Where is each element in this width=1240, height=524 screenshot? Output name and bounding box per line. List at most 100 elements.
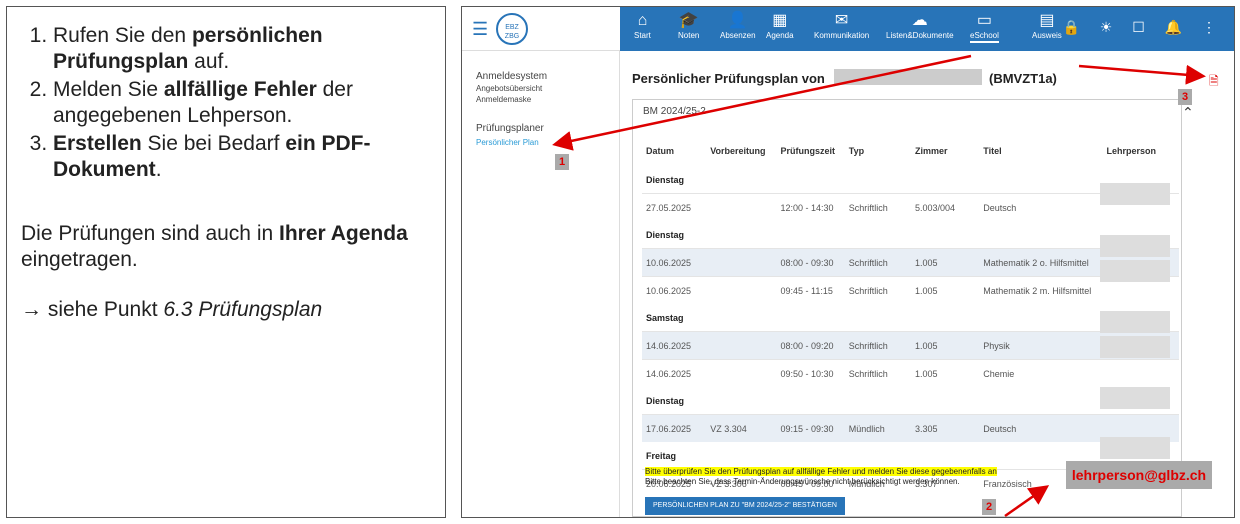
notice-text: Bitte überprüfen Sie den Prüfungsplan au… (645, 467, 997, 486)
sidebar-item-pruefungsplaner[interactable]: Prüfungsplaner (476, 123, 544, 134)
exam-table: Datum Vorbereitung Prüfungszeit Typ Zimmer Ti… (642, 136, 1179, 497)
class-code: (BMVZT1a) (989, 71, 1057, 86)
column-header[interactable]: Datum (642, 136, 706, 166)
sidebar-item-anmeldemaske[interactable]: Anmeldemaske (476, 95, 531, 104)
nav-label: Noten (678, 31, 700, 40)
nav-label: Start (634, 31, 651, 40)
table-cell: 1.005 (910, 331, 980, 360)
annotation-badge-2: 2 (982, 499, 996, 515)
redacted-teacher (1100, 235, 1170, 257)
table-cell (706, 359, 777, 387)
table-cell: 1.005 (910, 248, 980, 277)
teacher-email: lehrperson@glbz.ch (1066, 461, 1212, 489)
table-cell: Schriftlich (844, 248, 911, 277)
nav-start[interactable]: ⌂ Start (634, 11, 651, 40)
steps-list: Rufen Sie den persönlichen Prüfungsplan … (21, 23, 431, 183)
table-row[interactable]: 10.06.2025 08:00 - 09:30 Schriftlich 1.005 M… (642, 248, 1179, 277)
id-card-icon: ▤ (1039, 12, 1055, 29)
table-cell: Schriftlich (844, 276, 911, 304)
table-cell: 27.05.2025 (642, 193, 707, 221)
table-cell: Deutsch (979, 414, 1103, 442)
column-header[interactable]: Lehrperson (1103, 136, 1179, 166)
table-cell: 12:00 - 14:30 (776, 193, 845, 221)
redacted-name (834, 69, 982, 85)
nav-noten[interactable]: 🎓 Noten (678, 11, 699, 40)
table-cell: 10.06.2025 (642, 276, 707, 304)
header-tools[interactable]: 🔒 ☀ ☐ 🔔 ⋮ (1062, 19, 1224, 36)
column-header[interactable]: Zimmer (911, 136, 979, 166)
school-logo[interactable]: EBZ ZBG (496, 13, 528, 45)
nav-label: Agenda (766, 31, 794, 40)
redacted-teacher (1100, 311, 1170, 333)
table-cell: VZ 3.304 (706, 414, 777, 442)
nav-label: Absenzen (720, 31, 756, 40)
table-cell: 3.305 (910, 414, 980, 442)
table-cell: Chemie (979, 359, 1103, 387)
day-group-header: Dienstag (642, 387, 1179, 415)
day-group-header: Samstag (642, 304, 1179, 332)
table-cell: 5.003/004 (910, 193, 980, 221)
column-header[interactable]: Prüfungszeit (776, 136, 844, 166)
table-cell: 09:50 - 10:30 (776, 359, 845, 387)
annotation-badge-1: 1 (555, 154, 569, 170)
page-title: Persönlicher Prüfungsplan von (632, 71, 825, 86)
table-cell: Physik (979, 331, 1103, 360)
table-cell: 1.005 (910, 276, 980, 304)
nav-listendokumente[interactable]: ☁ Listen&Dokumente (886, 11, 954, 40)
chevron-up-icon[interactable]: ⌄ (1182, 103, 1194, 120)
table-cell: 14.06.2025 (642, 359, 707, 387)
app-screenshot: ☰ EBZ ZBG ⌂ Start 🎓 Noten 👤 Absenzen ▦ Agenda ✉ K… (461, 6, 1235, 518)
cloud-icon: ☁ (911, 12, 928, 29)
table-cell: Mathematik 2 o. Hilfsmittel (979, 248, 1103, 277)
nav-agenda[interactable]: ▦ Agenda (766, 11, 794, 40)
table-cell: 09:15 - 09:30 (776, 414, 845, 442)
table-row[interactable]: 17.06.2025 VZ 3.304 09:15 - 09:30 Mündlich 3… (642, 414, 1179, 442)
user-edit-icon: 👤 (727, 12, 748, 29)
nav-label: eSchool (970, 31, 999, 40)
nav-label: Listen&Dokumente (886, 31, 954, 40)
table-row[interactable]: 10.06.2025 09:45 - 11:15 Schriftlich 1.005 M… (642, 276, 1179, 304)
table-row[interactable]: 27.05.2025 12:00 - 14:30 Schriftlich 5.003/… (642, 193, 1179, 221)
sidebar-item-persoenlicher-plan[interactable]: Persönlicher Plan (476, 138, 539, 147)
confirm-plan-button[interactable]: PERSÖNLICHEN PLAN ZU "BM 2024/25-2" BEST… (645, 497, 845, 515)
table-cell: 08:00 - 09:20 (776, 331, 845, 360)
nav-absenzen[interactable]: 👤 Absenzen (720, 11, 756, 40)
table-row[interactable]: 14.06.2025 08:00 - 09:20 Schriftlich 1.005 P… (642, 331, 1179, 360)
pdf-icon[interactable]: 🗎 (1209, 72, 1219, 93)
table-cell: Deutsch (979, 193, 1103, 221)
nav-eschool[interactable]: ▭ eSchool (970, 11, 999, 43)
table-cell (1102, 359, 1179, 387)
redacted-teacher (1100, 183, 1170, 205)
table-cell (706, 248, 777, 277)
sidebar-item-angebotsuebersicht[interactable]: Angebotsübersicht (476, 84, 542, 93)
table-cell (706, 193, 777, 221)
day-group-header: Dienstag (642, 166, 1179, 194)
redacted-teacher (1100, 437, 1170, 459)
calendar-icon: ▦ (772, 12, 788, 29)
table-cell: 1.005 (910, 359, 980, 387)
instructions-panel: Rufen Sie den persönlichen Prüfungsplan … (6, 6, 446, 518)
nav-kommunikation[interactable]: ✉ Kommunikation (814, 11, 869, 40)
redacted-teacher (1100, 260, 1170, 282)
menu-icon[interactable]: ☰ (472, 19, 488, 40)
sidebar-item-anmeldesystem[interactable]: Anmeldesystem (476, 71, 547, 82)
laptop-icon: ▭ (976, 12, 993, 29)
step-1: Rufen Sie den persönlichen Prüfungsplan … (53, 23, 431, 75)
table-row[interactable]: 14.06.2025 09:50 - 10:30 Schriftlich 1.005 C… (642, 359, 1179, 387)
redacted-teacher (1100, 336, 1170, 358)
table-cell: 09:45 - 11:15 (776, 276, 845, 304)
nav-ausweis[interactable]: ▤ Ausweis (1032, 11, 1062, 40)
step-3: Erstellen Sie bei Bedarf ein PDF-Dokumen… (53, 131, 431, 183)
top-navbar: ☰ EBZ ZBG ⌂ Start 🎓 Noten 👤 Absenzen ▦ Agenda ✉ K… (462, 7, 1234, 51)
column-header[interactable]: Vorbereitung (706, 136, 776, 166)
table-cell: Schriftlich (844, 193, 911, 221)
table-cell: Mathematik 2 m. Hilfsmittel (979, 276, 1103, 304)
column-header[interactable]: Typ (845, 136, 911, 166)
table-cell: Schriftlich (844, 359, 911, 387)
redacted-teacher (1100, 387, 1170, 409)
column-header[interactable]: Titel (979, 136, 1102, 166)
step-2: Melden Sie allfällige Fehler der angegeb… (53, 77, 431, 129)
table-cell: 10.06.2025 (642, 248, 707, 277)
agenda-note: Die Prüfungen sind auch in Ihrer Agenda … (21, 222, 408, 271)
table-cell: 14.06.2025 (642, 331, 707, 360)
